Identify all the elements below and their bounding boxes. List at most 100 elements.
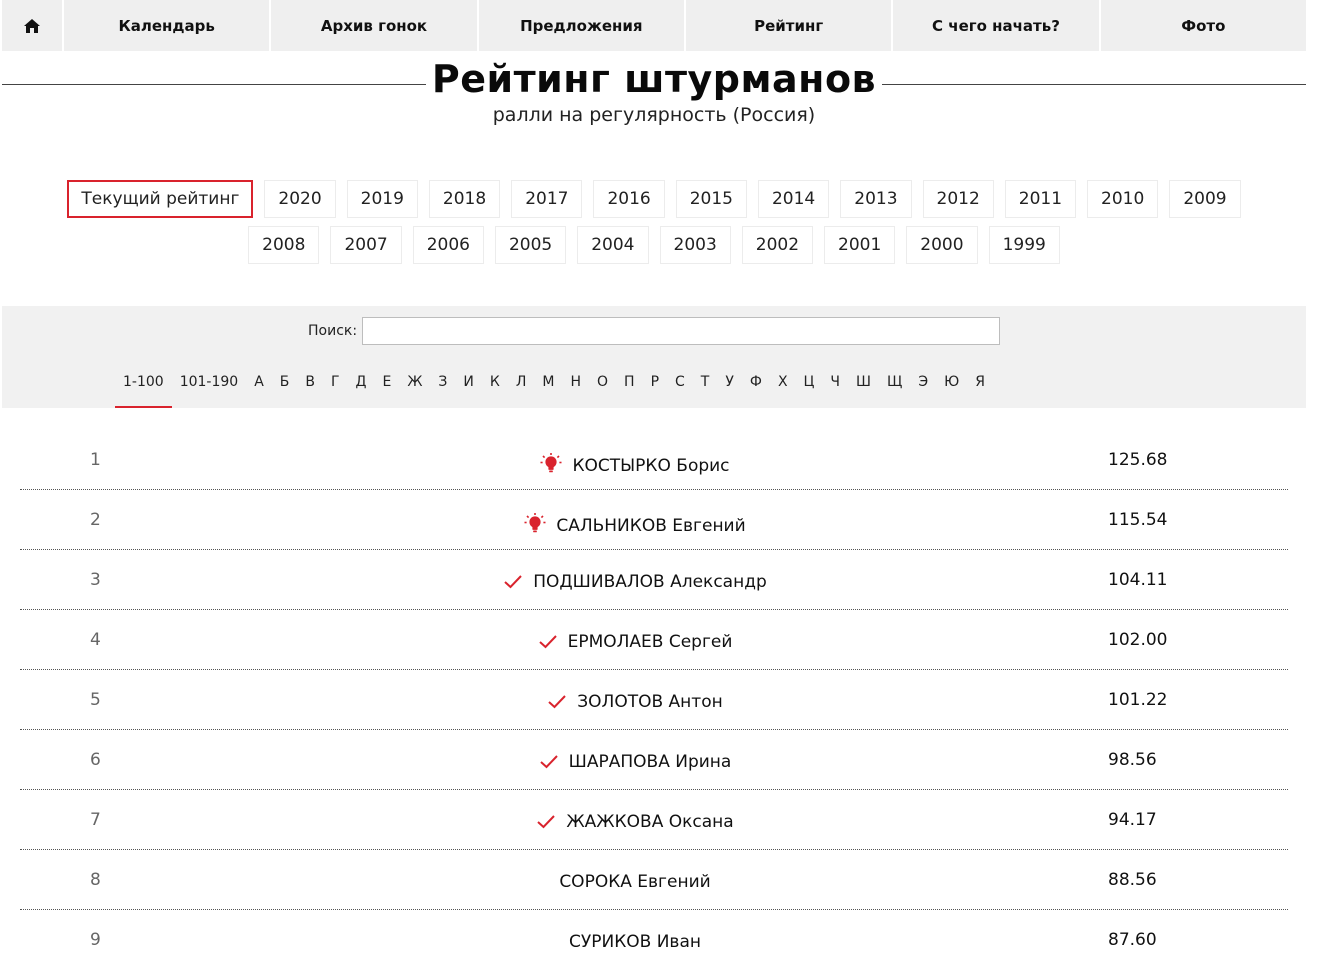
year-tab[interactable]: 2013 — [840, 180, 912, 218]
letter-filter-item[interactable]: В — [297, 366, 323, 408]
table-row[interactable]: 3 ПОДШИВАЛОВ Александр 104.11 — [20, 550, 1288, 610]
navigator-name[interactable]: ЕРМОЛАЕВ Сергей — [568, 632, 733, 652]
year-tab[interactable]: 2010 — [1087, 180, 1159, 218]
letter-filter-item[interactable]: У — [717, 366, 742, 408]
year-tab[interactable]: 2008 — [248, 226, 320, 264]
year-tab[interactable]: 2001 — [824, 226, 896, 264]
letter-filter-item[interactable]: Т — [693, 366, 718, 408]
letter-filter-item[interactable]: С — [667, 366, 693, 408]
letter-filter-item[interactable]: Я — [967, 366, 993, 408]
search-input[interactable] — [362, 317, 1000, 345]
navigator-name-cell[interactable]: КОСТЫРКО Борис — [20, 452, 1250, 476]
navigator-name[interactable]: ЗОЛОТОВ Антон — [577, 692, 722, 712]
home-icon — [24, 18, 40, 33]
letter-filter-item[interactable]: Л — [508, 366, 535, 408]
year-tab[interactable]: 2017 — [511, 180, 583, 218]
nav-calendar[interactable]: Календарь — [64, 0, 270, 51]
navigator-name[interactable]: ЖАЖКОВА Оксана — [566, 812, 733, 832]
letter-filter-item[interactable]: Р — [643, 366, 667, 408]
table-row[interactable]: 8 СОРОКА Евгений 88.56 — [20, 850, 1288, 910]
year-tab[interactable]: 2003 — [659, 226, 731, 264]
year-tab[interactable]: 1999 — [988, 226, 1060, 264]
navigator-name-cell[interactable]: СУРИКОВ Иван — [20, 932, 1250, 952]
year-tab[interactable]: 2006 — [412, 226, 484, 264]
nav-rating[interactable]: Рейтинг — [685, 0, 892, 51]
navigator-name-cell[interactable]: ЗОЛОТОВ Антон — [20, 692, 1250, 712]
navigator-name[interactable]: КОСТЫРКО Борис — [572, 456, 729, 476]
navigator-name[interactable]: СОРОКА Евгений — [559, 872, 710, 892]
letter-filter-item[interactable]: Ф — [742, 366, 770, 408]
navigator-name[interactable]: СУРИКОВ Иван — [569, 932, 701, 952]
letter-filter-item[interactable]: Б — [272, 366, 298, 408]
letter-filter-item[interactable]: К — [482, 366, 508, 408]
lightbulb-icon — [524, 512, 546, 534]
letter-filter: 1-100 101-190 А Б В Г Д Е Ж З И К Л М Н О П Р С Т У Ф Х Ц Ч Ш Щ Э Ю Я — [115, 366, 993, 408]
rating-score: 87.60 — [1108, 930, 1157, 950]
letter-filter-item[interactable]: 1-100 — [115, 366, 172, 408]
letter-filter-item[interactable]: Д — [348, 366, 375, 408]
letter-filter-item[interactable]: Г — [323, 366, 348, 408]
table-row[interactable]: 7 ЖАЖКОВА Оксана 94.17 — [20, 790, 1288, 850]
checkmark-icon — [547, 694, 567, 710]
navigator-name[interactable]: ШАРАПОВА Ирина — [569, 752, 732, 772]
year-tab[interactable]: 2020 — [264, 180, 336, 218]
letter-filter-item[interactable]: Э — [910, 366, 936, 408]
ranking-list: 1 КОСТЫРКО Борис 125.68 2 САЛЬНИКОВ Евгений 1… — [20, 430, 1288, 968]
navigator-name-cell[interactable]: ЕРМОЛАЕВ Сергей — [20, 632, 1250, 652]
year-tab[interactable]: 2016 — [593, 180, 665, 218]
year-tab[interactable]: Текущий рейтинг — [67, 180, 254, 218]
letter-filter-item[interactable]: 101-190 — [172, 366, 247, 408]
year-tab[interactable]: 2000 — [906, 226, 978, 264]
navigator-name-cell[interactable]: ШАРАПОВА Ирина — [20, 752, 1250, 772]
letter-filter-item[interactable]: З — [430, 366, 455, 408]
navigator-name-cell[interactable]: САЛЬНИКОВ Евгений — [20, 512, 1250, 536]
year-tabs-row-2: 2008 2007 2006 2005 2004 2003 2002 2001 2000 1999 — [0, 226, 1308, 264]
nav-getting-started[interactable]: С чего начать? — [893, 0, 1099, 51]
letter-filter-item[interactable]: А — [246, 366, 272, 408]
checkmark-icon — [503, 574, 523, 590]
nav-photo[interactable]: Фото — [1100, 0, 1306, 51]
navigator-name[interactable]: САЛЬНИКОВ Евгений — [556, 516, 745, 536]
year-tab[interactable]: 2004 — [577, 226, 649, 264]
table-row[interactable]: 5 ЗОЛОТОВ Антон 101.22 — [20, 670, 1288, 730]
letter-filter-item[interactable]: П — [616, 366, 643, 408]
letter-filter-item[interactable]: Е — [374, 366, 399, 408]
nav-race-archive[interactable]: Архив гонок — [271, 0, 477, 51]
year-tab[interactable]: 2005 — [494, 226, 567, 264]
year-tab[interactable]: 2007 — [330, 226, 402, 264]
letter-filter-item[interactable]: И — [455, 366, 481, 408]
letter-filter-item[interactable]: Щ — [879, 366, 910, 408]
rating-score: 102.00 — [1108, 630, 1168, 650]
year-tab[interactable]: 2009 — [1169, 180, 1241, 218]
year-tab[interactable]: 2011 — [1004, 180, 1077, 218]
table-row[interactable]: 2 САЛЬНИКОВ Евгений 115.54 — [20, 490, 1288, 550]
nav-offers[interactable]: Предложения — [478, 0, 684, 51]
rating-score: 88.56 — [1108, 870, 1157, 890]
letter-filter-item[interactable]: О — [589, 366, 616, 408]
year-tab[interactable]: 2012 — [922, 180, 994, 218]
letter-filter-item[interactable]: Х — [770, 366, 796, 408]
navigator-name[interactable]: ПОДШИВАЛОВ Александр — [533, 572, 767, 592]
navigator-name-cell[interactable]: ЖАЖКОВА Оксана — [20, 812, 1250, 832]
year-tab[interactable]: 2015 — [675, 180, 747, 218]
letter-filter-item[interactable]: Ж — [399, 366, 430, 408]
navigator-name-cell[interactable]: СОРОКА Евгений — [20, 872, 1250, 892]
letter-filter-item[interactable]: Ц — [796, 366, 823, 408]
table-row[interactable]: 4 ЕРМОЛАЕВ Сергей 102.00 — [20, 610, 1288, 670]
table-row[interactable]: 1 КОСТЫРКО Борис 125.68 — [20, 430, 1288, 490]
rating-score: 125.68 — [1108, 450, 1168, 470]
navigator-name-cell[interactable]: ПОДШИВАЛОВ Александр — [20, 572, 1250, 592]
table-row[interactable]: 9 СУРИКОВ Иван 87.60 — [20, 910, 1288, 968]
year-tab[interactable]: 2002 — [741, 226, 814, 264]
year-tab[interactable]: 2019 — [346, 180, 418, 218]
rating-score: 104.11 — [1108, 570, 1168, 590]
letter-filter-item[interactable]: Н — [562, 366, 589, 408]
letter-filter-item[interactable]: М — [534, 366, 562, 408]
table-row[interactable]: 6 ШАРАПОВА Ирина 98.56 — [20, 730, 1288, 790]
letter-filter-item[interactable]: Ю — [936, 366, 967, 408]
letter-filter-item[interactable]: Ш — [848, 366, 879, 408]
letter-filter-item[interactable]: Ч — [822, 366, 848, 408]
year-tab[interactable]: 2014 — [757, 180, 830, 218]
home-button[interactable] — [2, 0, 62, 51]
year-tab[interactable]: 2018 — [428, 180, 501, 218]
